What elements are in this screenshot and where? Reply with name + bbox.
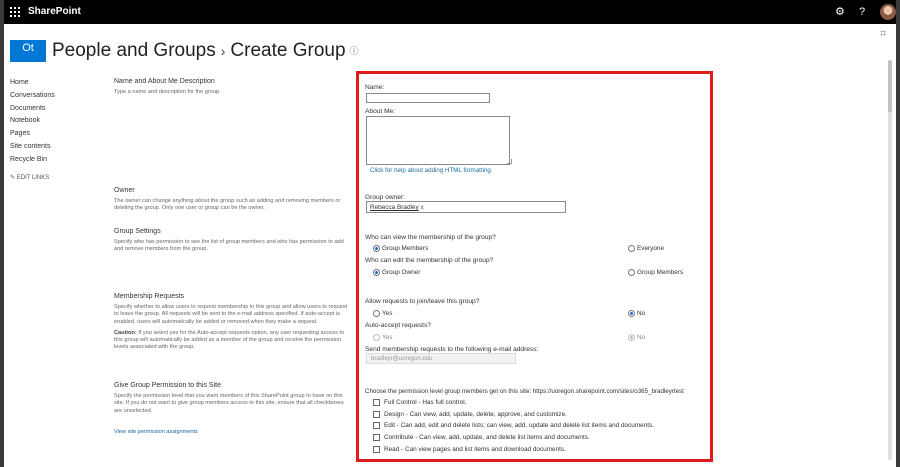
- user-avatar[interactable]: [880, 4, 896, 20]
- edit-group-owner-radio[interactable]: [373, 269, 380, 276]
- view-group-members-label: Group Members: [382, 245, 429, 252]
- section-text: Specify the permission level that you wa…: [114, 393, 344, 414]
- nav-item-documents[interactable]: Documents: [10, 103, 55, 116]
- edit-checkbox[interactable]: [373, 422, 380, 429]
- app-name[interactable]: SharePoint: [28, 6, 81, 17]
- page-scrollbar-track[interactable]: [888, 60, 892, 460]
- view-membership-question: Who can view the membership of the group…: [365, 234, 496, 241]
- html-formatting-help-link[interactable]: Click for help about adding HTML formatt…: [370, 167, 493, 174]
- site-logo[interactable]: Ot: [10, 40, 46, 62]
- edit-group-members-radio[interactable]: [628, 269, 635, 276]
- edit-links-button[interactable]: ✎ EDIT LINKS: [10, 174, 49, 181]
- about-me-label: About Me:: [365, 108, 396, 115]
- caution-text: If you select yes for the Auto-accept re…: [114, 329, 345, 351]
- read-checkbox[interactable]: [373, 446, 380, 453]
- join-yes-radio[interactable]: [373, 310, 380, 317]
- full-control-label: Full Control - Has full control.: [384, 399, 467, 406]
- section-text: The owner can change anything about the …: [114, 198, 341, 212]
- full-control-checkbox[interactable]: [373, 399, 380, 406]
- resize-grip-icon[interactable]: [507, 159, 512, 164]
- page-title: People and Groups › Create Group ⓘ: [52, 40, 359, 62]
- caution-label: Caution:: [114, 329, 137, 336]
- contribute-checkbox[interactable]: [373, 434, 380, 441]
- breadcrumb-separator-icon: ›: [220, 43, 226, 59]
- edit-links-label: EDIT LINKS: [16, 175, 50, 181]
- view-everyone-radio[interactable]: [628, 245, 635, 252]
- remove-owner-icon[interactable]: x: [421, 204, 424, 211]
- auto-accept-no-label: No: [637, 334, 646, 341]
- join-yes-label: Yes: [382, 310, 393, 317]
- pencil-icon: ✎: [10, 175, 16, 181]
- section-name-description: Name and About Me Description Type a nam…: [114, 78, 350, 96]
- design-label: Design - Can view, add, update, delete, …: [384, 411, 567, 418]
- section-heading: Group Settings: [114, 228, 161, 235]
- nav-item-site-contents[interactable]: Site contents: [10, 141, 55, 154]
- section-text: Specify who has permission to see the li…: [114, 239, 344, 253]
- auto-accept-yes-radio[interactable]: [373, 334, 380, 341]
- about-me-textarea[interactable]: [366, 116, 510, 165]
- group-owner-label: Group owner:: [365, 194, 405, 201]
- caution-note: Caution: If you select yes for the Auto-…: [114, 330, 350, 352]
- design-checkbox[interactable]: [373, 411, 380, 418]
- suite-bar: SharePoint ⚙ ?: [4, 0, 896, 24]
- auto-accept-question: Auto-accept requests?: [365, 322, 431, 329]
- edit-membership-question: Who can edit the membership of the group…: [365, 257, 494, 264]
- section-heading: Owner: [114, 187, 135, 194]
- view-site-permissions-link[interactable]: View site permission assignments: [114, 429, 350, 435]
- section-membership-requests: Membership Requests Specify whether to a…: [114, 293, 350, 352]
- info-icon[interactable]: ⓘ: [350, 46, 359, 56]
- help-icon[interactable]: ?: [859, 4, 865, 20]
- contribute-label: Contribute - Can view, add, update, and …: [384, 434, 590, 441]
- left-navigation: Home Conversations Documents Notebook Pa…: [10, 77, 55, 167]
- auto-accept-yes-label: Yes: [382, 334, 393, 341]
- section-heading: Membership Requests: [114, 293, 185, 300]
- permission-prompt: Choose the permission level group member…: [365, 388, 684, 395]
- breadcrumb-create-group: Create Group: [230, 40, 346, 61]
- edit-label: Edit - Can add, edit and delete lists; c…: [384, 422, 654, 429]
- nav-item-pages[interactable]: Pages: [10, 128, 55, 141]
- section-text: Type a name and description for the grou…: [114, 89, 221, 95]
- nav-item-notebook[interactable]: Notebook: [10, 115, 55, 128]
- nav-item-home[interactable]: Home: [10, 77, 55, 90]
- name-label: Name:: [365, 84, 385, 91]
- section-heading: Name and About Me Description: [114, 78, 215, 85]
- section-group-permission: Give Group Permission to this Site Speci…: [114, 382, 350, 435]
- join-leave-question: Allow requests to join/leave this group?: [365, 298, 480, 305]
- focus-mode-icon[interactable]: ⌗: [880, 28, 886, 41]
- page-scrollbar-thumb[interactable]: [888, 60, 892, 112]
- join-no-radio[interactable]: [628, 310, 635, 317]
- section-heading: Give Group Permission to this Site: [114, 382, 221, 389]
- section-owner: Owner The owner can change anything abou…: [114, 187, 350, 213]
- read-label: Read - Can view pages and list items and…: [384, 446, 566, 453]
- section-text: Specify whether to allow users to reques…: [114, 304, 348, 325]
- app-launcher-icon[interactable]: [10, 7, 20, 17]
- sharepoint-window: SharePoint ⚙ ? ⌗ Ot People and Groups › Cr…: [4, 0, 896, 467]
- edit-group-owner-label: Group Owner: [382, 269, 421, 276]
- group-owner-picker[interactable]: Rebecca Bradley x: [366, 201, 566, 213]
- edit-group-members-label: Group Members: [637, 269, 684, 276]
- view-everyone-label: Everyone: [637, 245, 664, 252]
- breadcrumb-people-and-groups[interactable]: People and Groups: [52, 40, 216, 61]
- name-input[interactable]: [366, 93, 490, 103]
- email-input[interactable]: bradleyr@uoregon.edu: [366, 353, 516, 364]
- nav-item-conversations[interactable]: Conversations: [10, 90, 55, 103]
- email-label: Send membership requests to the followin…: [365, 346, 539, 353]
- settings-gear-icon[interactable]: ⚙: [835, 4, 845, 20]
- section-group-settings: Group Settings Specify who has permissio…: [114, 228, 350, 254]
- view-group-members-radio[interactable]: [373, 245, 380, 252]
- nav-item-recycle-bin[interactable]: Recycle Bin: [10, 154, 55, 167]
- join-no-label: No: [637, 310, 646, 317]
- owner-name[interactable]: Rebecca Bradley: [370, 204, 419, 211]
- auto-accept-no-radio[interactable]: [628, 334, 635, 341]
